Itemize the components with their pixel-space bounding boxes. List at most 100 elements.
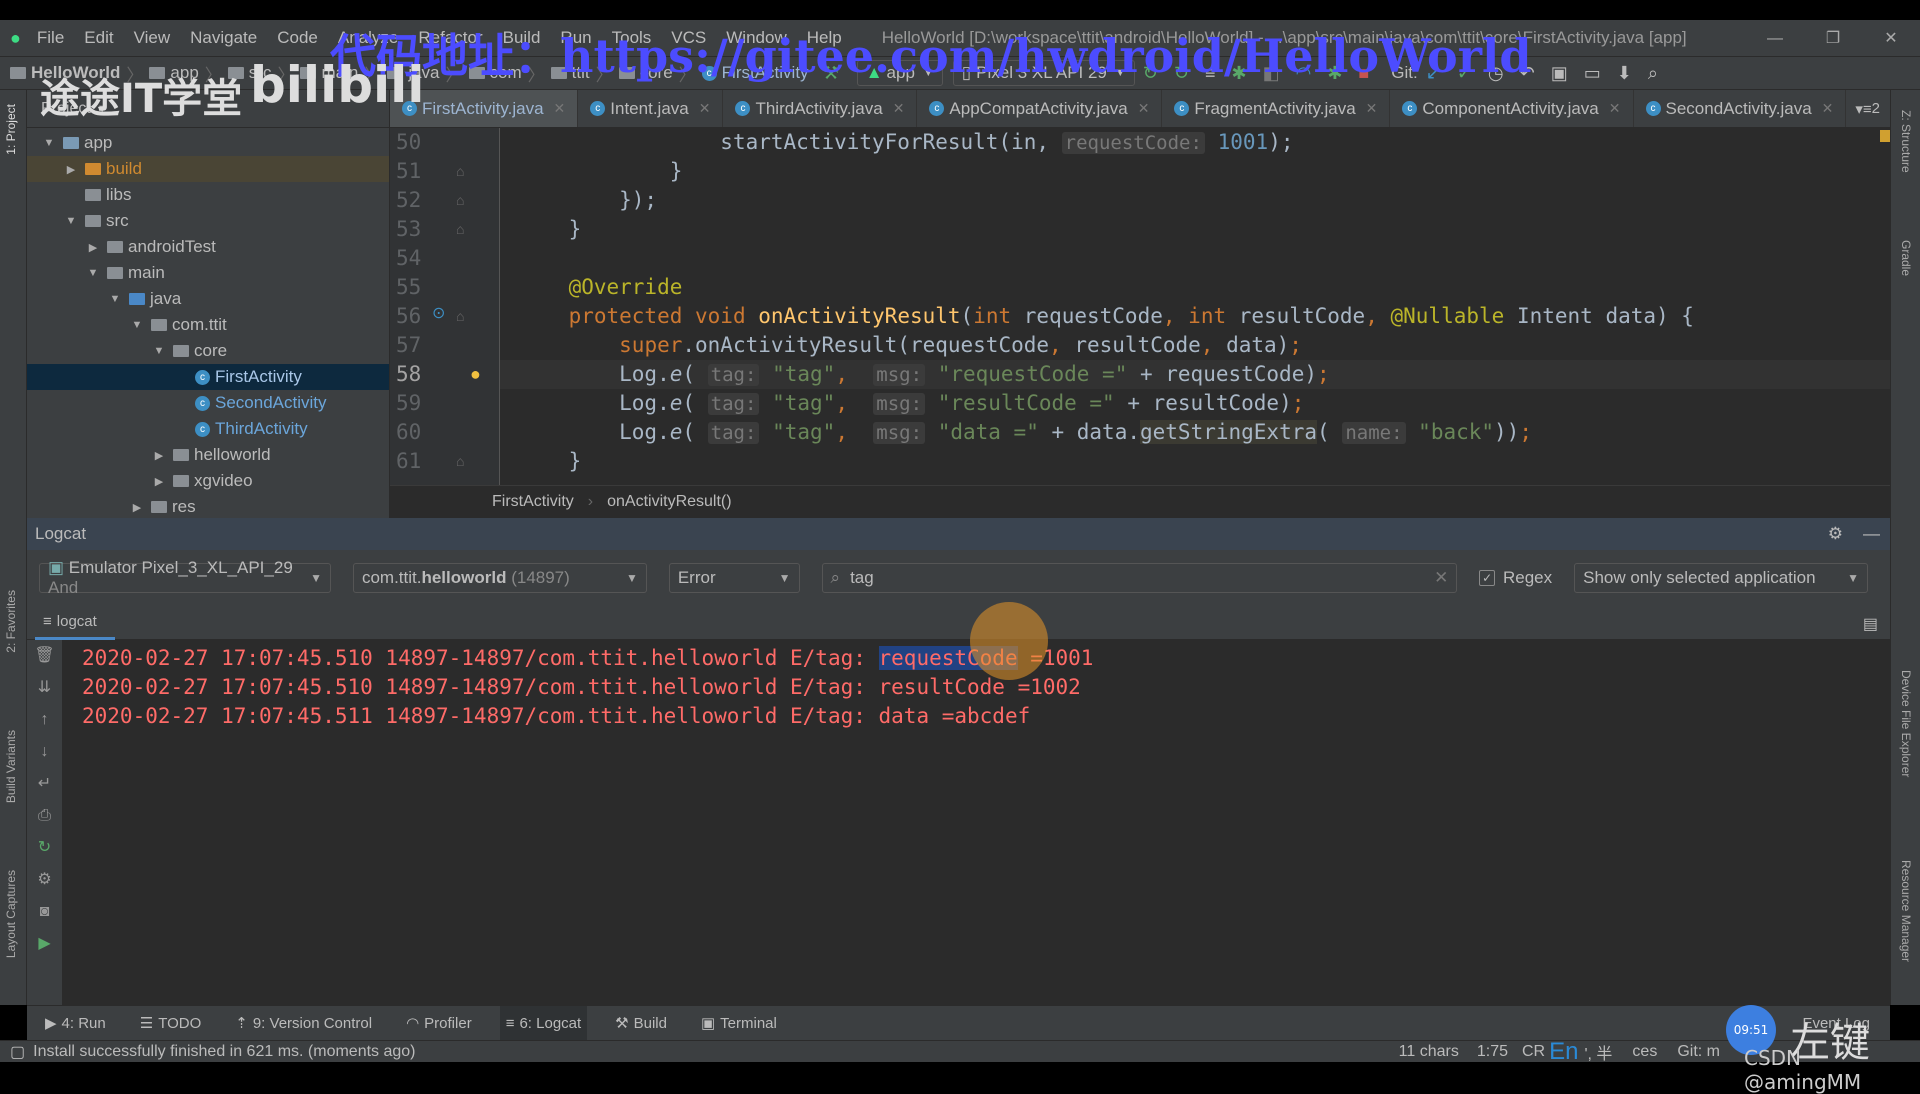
breadcrumb-method[interactable]: onActivityResult() bbox=[607, 493, 731, 511]
code-editor[interactable]: 50 51 ⌂ 52 ⌂ 53 ⌂ 54 55 56 ⌂ 57 58 59 60 61 ⌂ startActiv… bbox=[390, 128, 1890, 485]
line-separator[interactable]: CR bbox=[1522, 1043, 1545, 1061]
editor-tab[interactable]: c Intent.java ✕ bbox=[578, 90, 724, 127]
tree-item[interactable]: ▶ build bbox=[27, 156, 389, 182]
settings-gear-icon[interactable]: ⚙ bbox=[1828, 524, 1843, 544]
structure-tool-button[interactable]: Z: Structure bbox=[1899, 110, 1913, 173]
fold-icon[interactable]: ⌂ bbox=[456, 221, 464, 237]
log-line[interactable]: 2020-02-27 17:07:45.511 14897-14897/com.… bbox=[82, 704, 1030, 728]
close-tab-icon[interactable]: ✕ bbox=[1366, 100, 1378, 117]
tree-item[interactable]: ▼ java bbox=[27, 286, 389, 312]
profiler-icon[interactable]: ◠ bbox=[1296, 63, 1312, 84]
editor-tab[interactable]: c FragmentActivity.java ✕ bbox=[1162, 90, 1391, 127]
git-branch[interactable]: Git: m bbox=[1677, 1043, 1720, 1061]
close-tab-icon[interactable]: ✕ bbox=[554, 100, 566, 117]
hide-panel-icon[interactable]: — bbox=[1863, 524, 1880, 544]
nav-crumb[interactable]: main 〉 bbox=[300, 61, 381, 86]
override-marker-icon[interactable]: ⊙ bbox=[432, 303, 445, 323]
apply-changes-icon[interactable]: ↻ bbox=[1143, 63, 1158, 84]
close-tab-icon[interactable]: ✕ bbox=[1822, 100, 1834, 117]
tree-item[interactable]: ▼ com.ttit bbox=[27, 312, 389, 338]
menu-tools[interactable]: Tools bbox=[612, 28, 652, 48]
history-icon[interactable]: ◷ bbox=[1488, 63, 1504, 84]
expand-arrow-icon[interactable]: ▼ bbox=[151, 345, 167, 357]
log-search-input[interactable]: ⌕ tag ✕ bbox=[821, 563, 1458, 593]
layout-icon[interactable]: ▤ bbox=[1863, 614, 1878, 634]
editor-tab[interactable]: c ComponentActivity.java ✕ bbox=[1390, 90, 1634, 127]
menu-run[interactable]: Run bbox=[560, 28, 591, 48]
resource-manager-tool-button[interactable]: Resource Manager bbox=[1899, 860, 1913, 962]
toolwindow-todo[interactable]: ☰ TODO bbox=[134, 1006, 208, 1041]
menu-vcs[interactable]: VCS bbox=[671, 28, 706, 48]
close-tab-icon[interactable]: ✕ bbox=[893, 100, 905, 117]
process-select[interactable]: com.ttit.helloworld (14897) ▼ bbox=[352, 563, 647, 593]
tree-item[interactable]: ▼ app bbox=[27, 130, 389, 156]
toolwindow-run[interactable]: ▶ 4: Run bbox=[39, 1006, 112, 1041]
close-window-button[interactable]: ✕ bbox=[1866, 20, 1916, 57]
toolwindow-build[interactable]: ⚒ Build bbox=[609, 1006, 673, 1041]
device-dropdown[interactable]: ▯ Pixel 3 XL API 29 ▼ bbox=[952, 60, 1135, 86]
tree-item[interactable]: ▼ main bbox=[27, 260, 389, 286]
close-tab-icon[interactable]: ✕ bbox=[1138, 100, 1150, 117]
revert-icon[interactable]: ↶ bbox=[1520, 63, 1535, 84]
log-level-select[interactable]: Error ▼ bbox=[668, 563, 800, 593]
close-tab-icon[interactable]: ✕ bbox=[1609, 100, 1621, 117]
tree-item[interactable]: ▶ xgvideo bbox=[27, 468, 389, 494]
expand-arrow-icon[interactable]: ▶ bbox=[85, 241, 101, 254]
restart-icon[interactable]: ↻ bbox=[27, 832, 62, 864]
tree-item[interactable]: c FirstActivity bbox=[27, 364, 389, 390]
project-structure-icon[interactable]: ▣ bbox=[1551, 63, 1568, 84]
nav-crumb[interactable]: HelloWorld 〉 bbox=[10, 61, 143, 86]
build-variants-tool-button[interactable]: Build Variants bbox=[4, 730, 18, 803]
menu-code[interactable]: Code bbox=[277, 28, 318, 48]
screenshot-icon[interactable]: ◙ bbox=[27, 896, 62, 928]
nav-crumb[interactable]: core 〉 bbox=[618, 61, 696, 86]
nav-crumb[interactable]: ttit 〉 bbox=[550, 61, 613, 86]
menu-build[interactable]: Build bbox=[503, 28, 541, 48]
tree-item[interactable]: libs bbox=[27, 182, 389, 208]
layout-captures-tool-button[interactable]: Layout Captures bbox=[4, 870, 18, 958]
log-line[interactable]: 2020-02-27 17:07:45.510 14897-14897/com.… bbox=[82, 675, 1081, 699]
editor-tab[interactable]: c FirstActivity.java ✕ bbox=[390, 90, 579, 127]
fold-icon[interactable]: ⌂ bbox=[456, 453, 464, 469]
menu-window[interactable]: Window bbox=[726, 28, 786, 48]
menu-refactor[interactable]: Refactor bbox=[418, 28, 482, 48]
attach-debugger-icon[interactable]: ✱ bbox=[1327, 63, 1342, 84]
device-file-explorer-tool-button[interactable]: Device File Explorer bbox=[1899, 670, 1913, 777]
down-icon[interactable]: ↓ bbox=[27, 736, 62, 768]
sync-icon[interactable]: ≡ bbox=[1205, 63, 1216, 84]
tree-item[interactable]: c SecondActivity bbox=[27, 390, 389, 416]
tree-item[interactable]: ▶ helloworld bbox=[27, 442, 389, 468]
tree-item[interactable]: c ThirdActivity bbox=[27, 416, 389, 442]
menu-edit[interactable]: Edit bbox=[84, 28, 113, 48]
event-log-button[interactable]: Event Log bbox=[1802, 1015, 1870, 1032]
editor-tab[interactable]: c SecondActivity.java ✕ bbox=[1634, 90, 1847, 127]
menu-help[interactable]: Help bbox=[807, 28, 842, 48]
expand-arrow-icon[interactable]: ▶ bbox=[63, 163, 79, 176]
editor-tab[interactable]: c AppCompatActivity.java ✕ bbox=[917, 90, 1163, 127]
print-icon[interactable]: ⎙ bbox=[27, 800, 62, 832]
avd-manager-icon[interactable]: ▭ bbox=[1584, 63, 1601, 84]
nav-crumb[interactable]: java 〉 bbox=[387, 61, 463, 86]
expand-arrow-icon[interactable]: ▶ bbox=[151, 449, 167, 462]
gradle-tool-button[interactable]: Gradle bbox=[1899, 240, 1913, 276]
fold-icon[interactable]: ⌂ bbox=[456, 163, 464, 179]
logcat-subtab[interactable]: ≡ logcat bbox=[35, 606, 115, 640]
toolwindow-logcat[interactable]: ≡ 6: Logcat bbox=[499, 1005, 588, 1041]
log-line[interactable]: 2020-02-27 17:07:45.510 14897-14897/com.… bbox=[82, 646, 1093, 670]
stop-icon[interactable]: ■ bbox=[1358, 63, 1369, 84]
fold-icon[interactable]: ⌂ bbox=[456, 308, 464, 324]
project-view-dropdown[interactable]: Project ▼ bbox=[27, 90, 389, 128]
nav-crumb[interactable]: com 〉 bbox=[468, 61, 545, 86]
expand-arrow-icon[interactable]: ▶ bbox=[129, 501, 145, 514]
project-tool-button[interactable]: 1: Project bbox=[4, 104, 18, 155]
close-tab-icon[interactable]: ✕ bbox=[699, 100, 711, 117]
regex-checkbox[interactable]: ✓ bbox=[1479, 570, 1495, 586]
expand-arrow-icon[interactable]: ▶ bbox=[151, 475, 167, 488]
git-commit-icon[interactable]: ✓ bbox=[1457, 63, 1472, 84]
toolwindow-versioncontrol[interactable]: ⇡ 9: Version Control bbox=[229, 1006, 378, 1041]
screen-record-icon[interactable]: ▶ bbox=[27, 928, 62, 960]
nav-crumb[interactable]: app 〉 bbox=[149, 61, 222, 86]
nav-crumb[interactable]: c FirstActivity bbox=[701, 61, 809, 86]
minimize-button[interactable]: — bbox=[1750, 20, 1800, 57]
coverage-icon[interactable]: ◧ bbox=[1263, 63, 1280, 84]
